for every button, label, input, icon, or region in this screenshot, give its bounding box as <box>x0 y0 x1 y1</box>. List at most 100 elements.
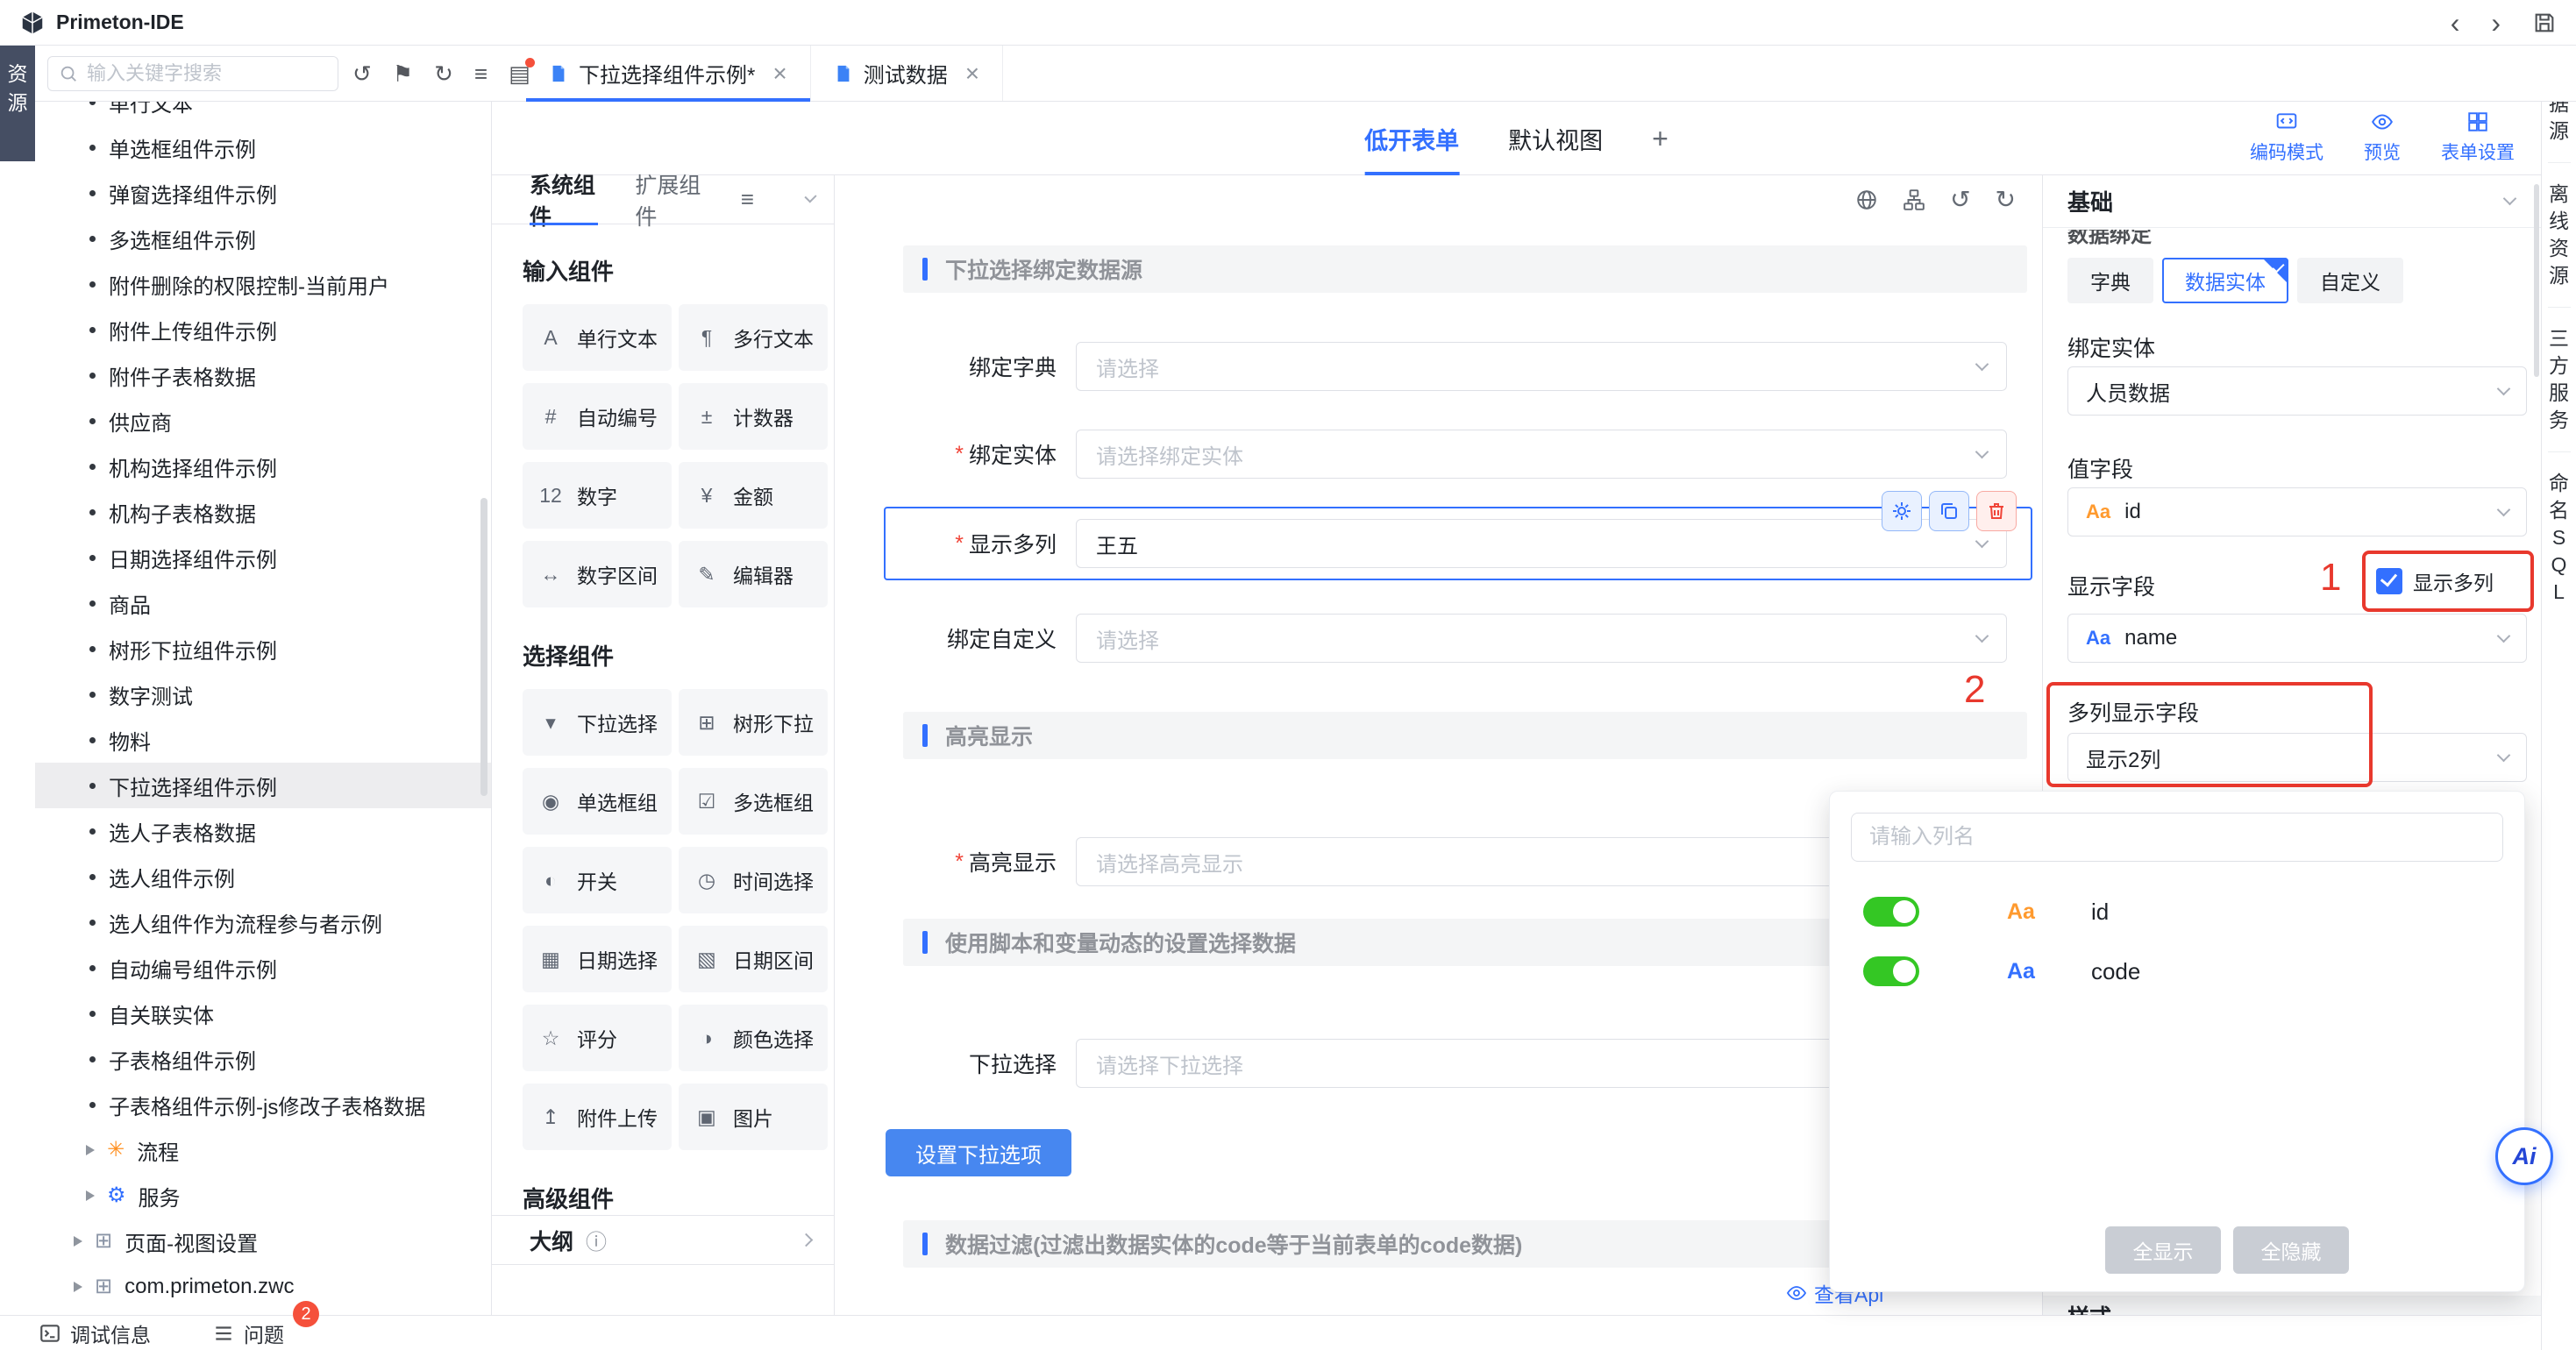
tree-item[interactable]: 选人子表格数据 <box>35 808 491 854</box>
show-all-button[interactable]: 全显示 <box>2105 1226 2221 1274</box>
close-icon[interactable]: × <box>772 61 786 86</box>
component-item[interactable]: ▾下拉选择 <box>523 689 672 756</box>
problems-button[interactable]: 问题 <box>212 1318 284 1348</box>
component-item[interactable]: ¶多行文本 <box>679 304 828 371</box>
tree-item[interactable]: 单选框组件示例 <box>35 124 491 170</box>
tab-low-code-form[interactable]: 低开表单 <box>1364 102 1459 175</box>
bind-dict-select[interactable]: 请选择 <box>1076 342 2007 391</box>
tree-node-process[interactable]: ✳ 流程 <box>35 1127 491 1173</box>
tree-item[interactable]: 弹窗选择组件示例 <box>35 170 491 216</box>
inspector-header[interactable]: 基础 <box>2043 175 2541 228</box>
component-item[interactable]: ↔数字区间 <box>523 541 672 608</box>
component-item[interactable]: #自动编号 <box>523 383 672 450</box>
sync-icon[interactable]: ↺ <box>352 60 372 88</box>
field-multicol[interactable]: *显示多列 王五 <box>877 519 2007 568</box>
tree-item[interactable]: 自动编号组件示例 <box>35 945 491 991</box>
tab-dict[interactable]: 字典 <box>2067 258 2153 303</box>
refresh-icon[interactable]: ↻ <box>434 60 453 88</box>
redo-icon[interactable]: ↻ <box>1996 188 2016 212</box>
tab-system-components[interactable]: 系统组件 <box>530 175 598 224</box>
component-item[interactable]: ±计数器 <box>679 383 828 450</box>
tree-node-page-settings[interactable]: ⊞ 页面-视图设置 <box>35 1219 491 1264</box>
toggle-on[interactable] <box>1863 897 1919 927</box>
component-item[interactable]: ▦日期选择 <box>523 926 672 992</box>
bind-custom-select[interactable]: 请选择 <box>1076 614 2007 663</box>
tree-item[interactable]: 供应商 <box>35 398 491 444</box>
component-item[interactable]: ☑多选框组 <box>679 768 828 835</box>
component-item[interactable]: ◷时间选择 <box>679 847 828 913</box>
set-options-button[interactable]: 设置下拉选项 <box>886 1129 1071 1176</box>
tab-custom[interactable]: 自定义 <box>2297 258 2403 303</box>
tree-item[interactable]: 单行文本 <box>35 102 491 124</box>
column-search-input[interactable] <box>1851 813 2503 862</box>
code-mode-button[interactable]: 编码模式 <box>2250 110 2323 165</box>
rail-item-offline[interactable]: 离线资源 <box>2548 162 2571 307</box>
component-item[interactable]: ⊞树形下拉 <box>679 689 828 756</box>
inspector-scrollbar[interactable] <box>2534 184 2539 377</box>
component-item[interactable]: ☆评分 <box>523 1005 672 1071</box>
multicol-select[interactable]: 王五 <box>1076 519 2007 568</box>
tree-item[interactable]: 子表格组件示例-js修改子表格数据 <box>35 1082 491 1127</box>
component-item[interactable]: ◐开关 <box>523 847 672 913</box>
hide-all-button[interactable]: 全隐藏 <box>2233 1226 2349 1274</box>
doc-tab-active[interactable]: 下拉选择组件示例* × <box>526 46 811 101</box>
checkbox-checked-icon[interactable] <box>2376 568 2402 594</box>
style-section-header[interactable]: 样式 <box>2043 1296 2541 1315</box>
menu-icon[interactable]: ≡ <box>741 186 754 213</box>
tree-node-service[interactable]: ⚙ 服务 <box>35 1173 491 1219</box>
rail-item-namedsql[interactable]: 命名SQL <box>2548 451 2571 623</box>
undo-icon[interactable]: ↺ <box>1950 188 1970 212</box>
tab-data-entity[interactable]: 数据实体 <box>2162 258 2288 303</box>
tree-item[interactable]: 日期选择组件示例 <box>35 535 491 580</box>
form-settings-button[interactable]: 表单设置 <box>2441 110 2515 165</box>
doc-tab[interactable]: 测试数据 × <box>811 46 1003 101</box>
tree-item[interactable]: 自关联实体 <box>35 991 491 1036</box>
tab-default-view[interactable]: 默认视图 <box>1508 102 1603 175</box>
tree-item[interactable]: 数字测试 <box>35 671 491 717</box>
component-item[interactable]: ↥附件上传 <box>523 1084 672 1150</box>
tree-node-package[interactable]: ⊞ com.primeton.zwc <box>35 1264 491 1310</box>
save-icon[interactable] <box>2532 11 2557 35</box>
tree-item[interactable]: 附件删除的权限控制-当前用户 <box>35 261 491 307</box>
component-item[interactable]: ◑颜色选择 <box>679 1005 828 1071</box>
tree-item[interactable]: 附件子表格数据 <box>35 352 491 398</box>
forward-icon[interactable]: › <box>2491 9 2501 37</box>
sort-icon[interactable]: ≡ <box>474 60 487 88</box>
component-item[interactable]: ✎编辑器 <box>679 541 828 608</box>
debug-info-button[interactable]: 调试信息 <box>39 1318 151 1348</box>
search-input[interactable] <box>87 62 306 85</box>
chevron-down-icon[interactable] <box>804 190 816 202</box>
tree-item[interactable]: 附件上传组件示例 <box>35 307 491 352</box>
tree-item[interactable]: 商品 <box>35 580 491 626</box>
rail-item-thirdparty[interactable]: 三方服务 <box>2548 307 2571 451</box>
preview-button[interactable]: 预览 <box>2364 110 2401 165</box>
component-item[interactable]: ◉单选框组 <box>523 768 672 835</box>
display-field-select[interactable]: Aa name <box>2067 614 2527 663</box>
resources-rail-tab[interactable]: 资源 <box>0 46 35 161</box>
tree-item[interactable]: 机构选择组件示例 <box>35 444 491 489</box>
back-icon[interactable]: ‹ <box>2451 9 2460 37</box>
outline-footer[interactable]: 大纲 ⓘ <box>492 1215 834 1265</box>
tree-item[interactable]: 选人组件作为流程参与者示例 <box>35 899 491 945</box>
copy-field-button[interactable] <box>1929 491 1969 531</box>
component-item[interactable]: A单行文本 <box>523 304 672 371</box>
flag-icon[interactable]: ⚑ <box>393 60 413 88</box>
toggle-on[interactable] <box>1863 956 1919 986</box>
sitemap-icon[interactable] <box>1903 188 1925 211</box>
tree-item[interactable]: 树形下拉组件示例 <box>35 626 491 671</box>
field-settings-button[interactable] <box>1882 491 1922 531</box>
tab-extension-components[interactable]: 扩展组件 <box>635 175 703 224</box>
multicol-checkbox-row[interactable]: 显示多列 <box>2376 566 2494 596</box>
component-item[interactable]: 12数字 <box>523 462 672 529</box>
delete-field-button[interactable] <box>1976 491 2017 531</box>
close-icon[interactable]: × <box>965 61 979 86</box>
resource-search[interactable] <box>47 56 338 91</box>
multi-display-select[interactable]: 显示2列 <box>2067 733 2527 782</box>
component-item[interactable]: ¥金额 <box>679 462 828 529</box>
entity-select[interactable]: 人员数据 <box>2067 366 2527 416</box>
ai-assistant-button[interactable]: Ai <box>2495 1127 2553 1185</box>
component-item[interactable]: ▣图片 <box>679 1084 828 1150</box>
add-view-button[interactable]: + <box>1652 102 1669 175</box>
tree-item[interactable]: 选人组件示例 <box>35 854 491 899</box>
tree-item-selected[interactable]: 下拉选择组件示例 <box>35 763 491 808</box>
